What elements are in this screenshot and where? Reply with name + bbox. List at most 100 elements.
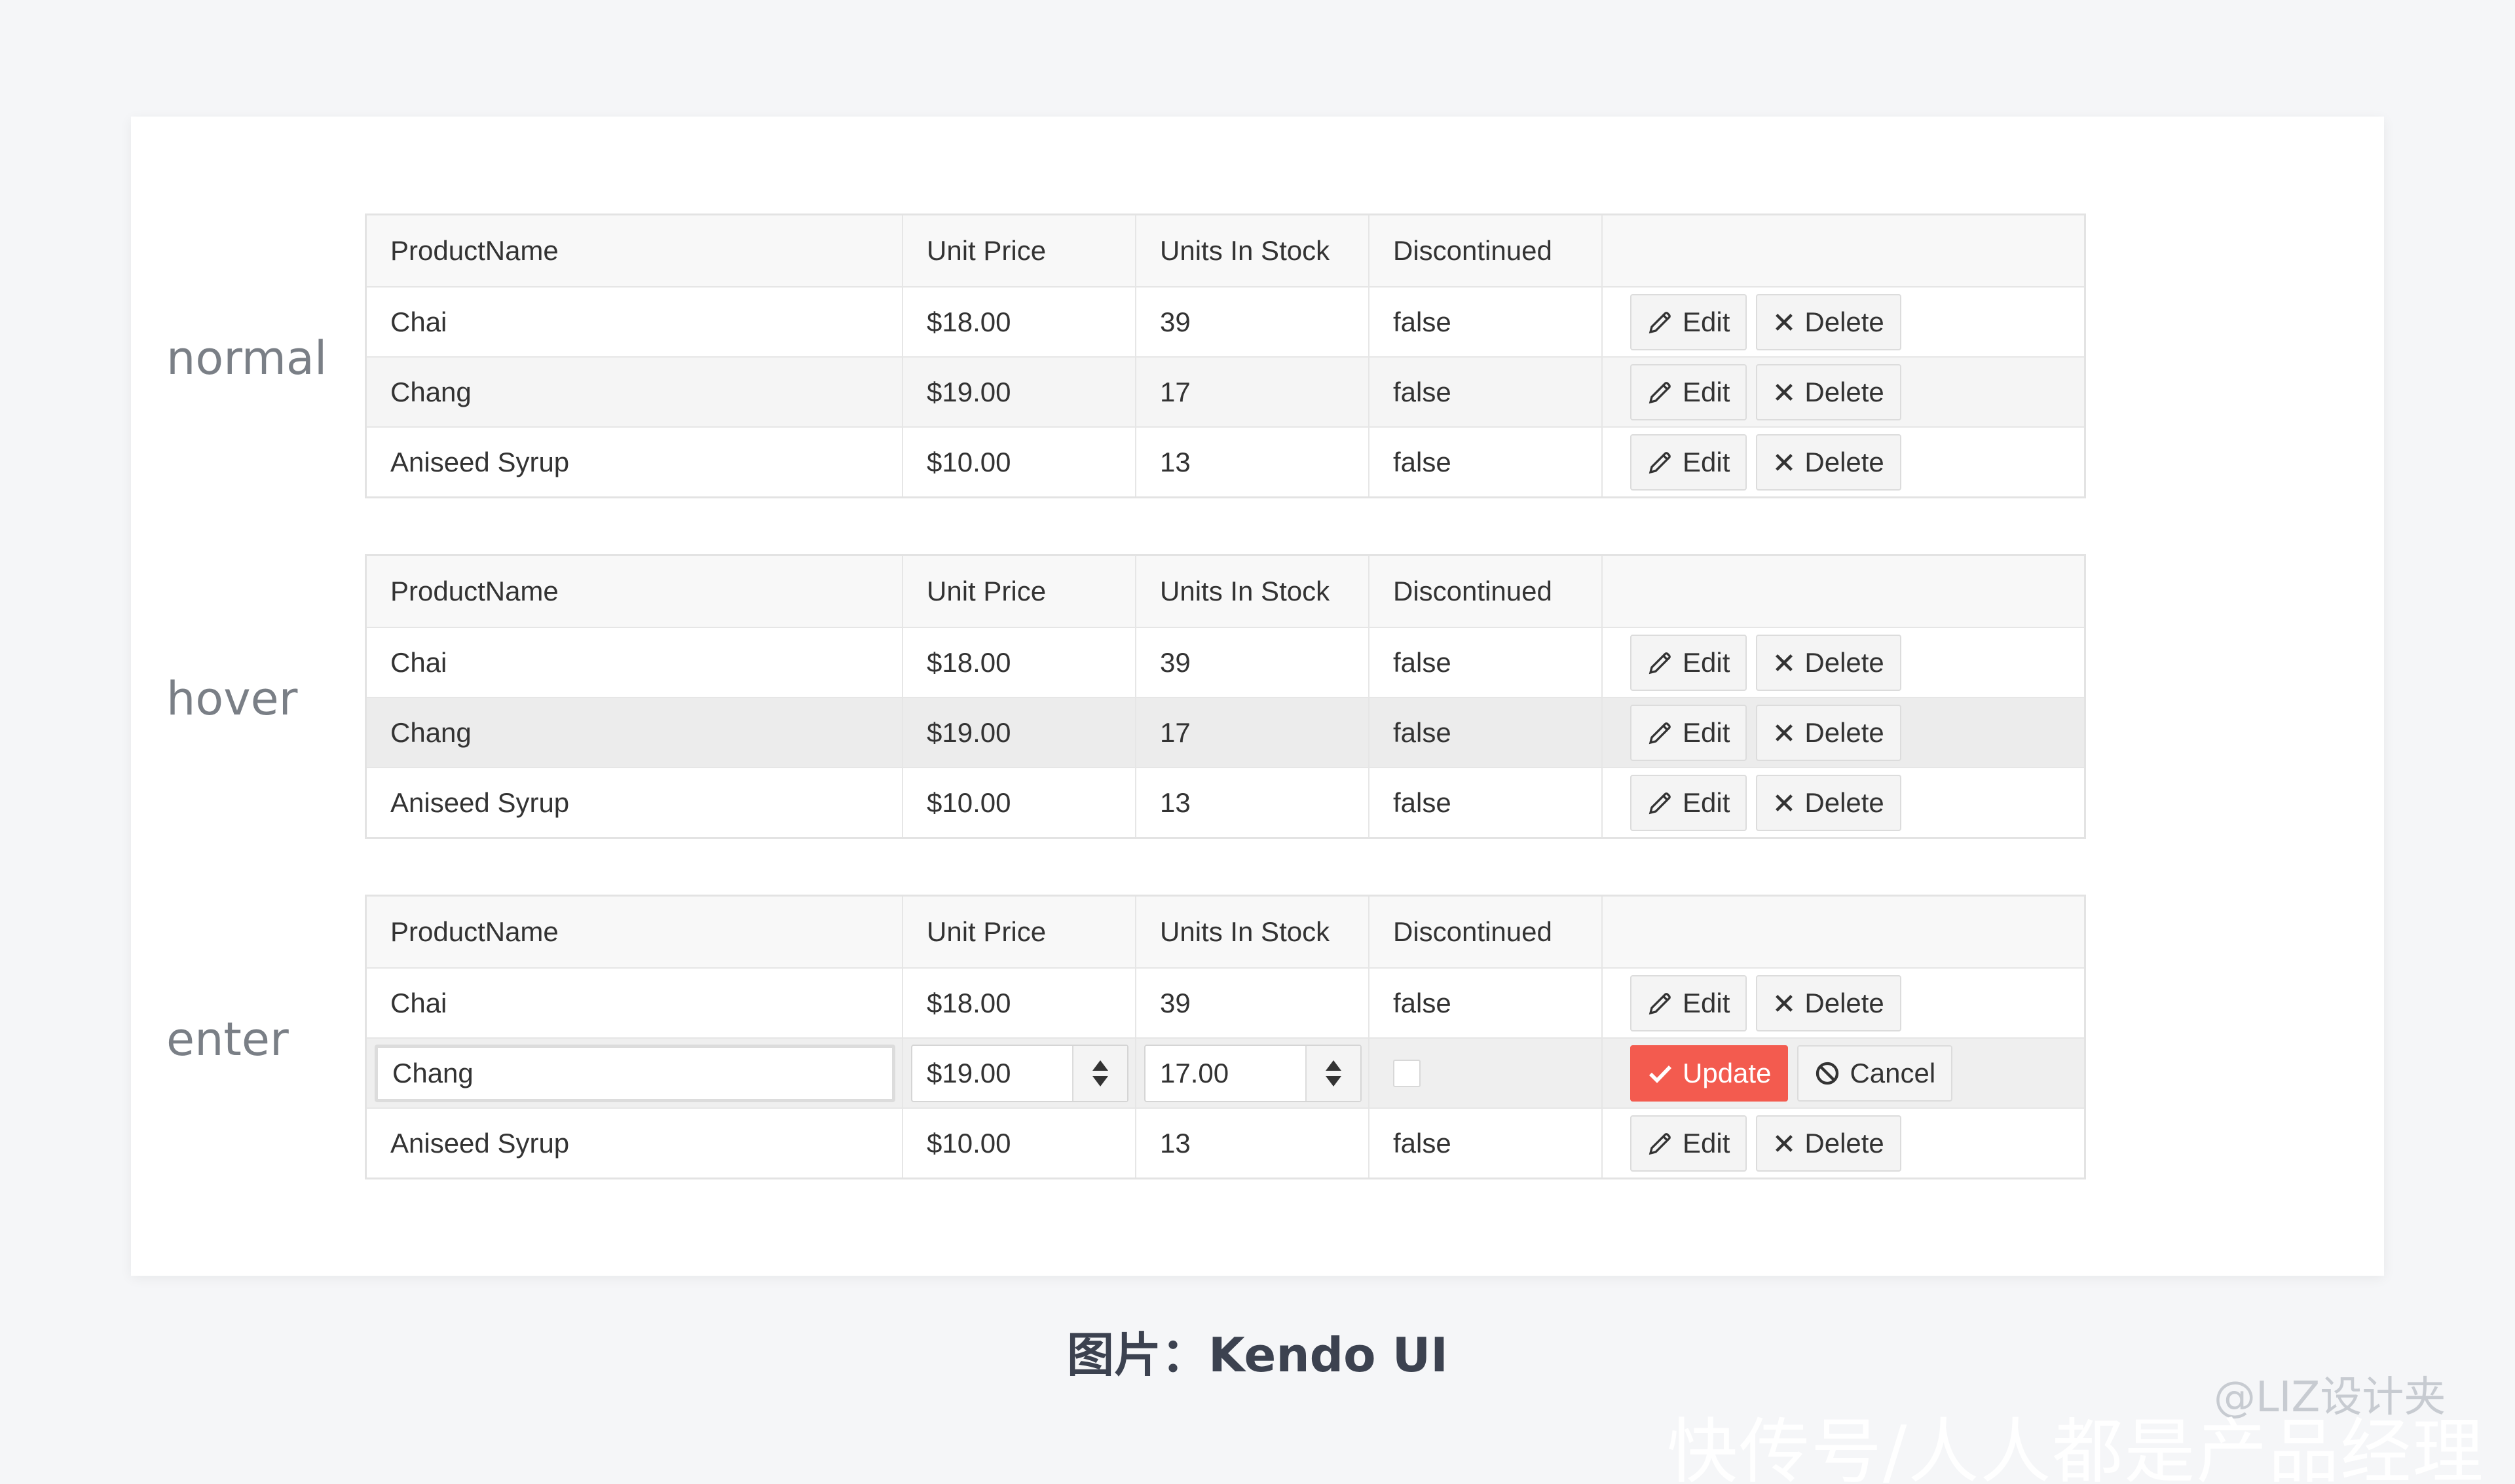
- x-icon: [1776, 1134, 1793, 1152]
- table-row[interactable]: Chai $18.00 39 false Edit Delete: [367, 286, 2084, 356]
- pencil-icon: [1649, 451, 1671, 473]
- edit-button[interactable]: Edit: [1630, 774, 1747, 831]
- header-discontinued[interactable]: Discontinued: [1369, 215, 1603, 286]
- edit-button[interactable]: Edit: [1630, 1115, 1747, 1172]
- edit-button[interactable]: Edit: [1630, 974, 1747, 1031]
- delete-button[interactable]: Delete: [1756, 634, 1901, 691]
- cancel-circle-icon: [1816, 1062, 1839, 1085]
- figure-caption: 图片：Kendo UI: [1067, 1327, 1448, 1382]
- header-unit-price[interactable]: Unit Price: [903, 556, 1136, 627]
- edit-button[interactable]: Edit: [1630, 704, 1747, 761]
- delete-button[interactable]: Delete: [1756, 434, 1901, 491]
- pencil-icon: [1649, 381, 1671, 403]
- edit-button-label: Edit: [1683, 446, 1730, 477]
- cell-productname: Chang: [367, 698, 903, 767]
- cell-discontinued-editor: [1369, 1039, 1603, 1107]
- delete-button[interactable]: Delete: [1756, 363, 1901, 420]
- grid-hover: ProductName Unit Price Units In Stock Di…: [365, 554, 2086, 839]
- x-icon: [1776, 453, 1793, 471]
- update-button[interactable]: Update: [1630, 1045, 1789, 1102]
- units-in-stock-numeric-input[interactable]: 17.00: [1144, 1045, 1362, 1102]
- edit-button-label: Edit: [1683, 1127, 1730, 1159]
- cell-units-in-stock: 13: [1136, 1109, 1369, 1178]
- delete-button-label: Delete: [1804, 716, 1884, 748]
- state-label-enter: enter: [166, 1012, 289, 1066]
- unit-price-value[interactable]: $19.00: [912, 1046, 1072, 1101]
- cell-commands: Edit Delete: [1603, 768, 2084, 837]
- cell-commands: Edit Delete: [1603, 358, 2084, 426]
- x-icon: [1776, 724, 1793, 741]
- cell-units-in-stock: 39: [1136, 288, 1369, 356]
- pencil-icon: [1649, 792, 1671, 814]
- delete-button[interactable]: Delete: [1756, 704, 1901, 761]
- table-row-editing[interactable]: Chang $19.00 17.00 Update Cancel: [367, 1037, 2084, 1107]
- cell-commands: Edit Delete: [1603, 969, 2084, 1037]
- discontinued-checkbox[interactable]: [1393, 1059, 1421, 1087]
- table-row[interactable]: Aniseed Syrup $10.00 13 false Edit Delet…: [367, 426, 2084, 496]
- header-productname[interactable]: ProductName: [367, 556, 903, 627]
- table-row-hovered[interactable]: Chang $19.00 17 false Edit Delete: [367, 697, 2084, 767]
- cell-commands: Edit Delete: [1603, 628, 2084, 697]
- spin-up-icon[interactable]: [1326, 1060, 1341, 1071]
- units-in-stock-value[interactable]: 17.00: [1146, 1046, 1305, 1101]
- pencil-icon: [1649, 311, 1671, 333]
- spin-down-icon[interactable]: [1092, 1076, 1108, 1086]
- edit-button[interactable]: Edit: [1630, 634, 1747, 691]
- cell-commands: Edit Delete: [1603, 288, 2084, 356]
- header-commands: [1603, 556, 2084, 627]
- unit-price-spinner[interactable]: [1072, 1046, 1127, 1101]
- cancel-button[interactable]: Cancel: [1797, 1045, 1953, 1102]
- edit-button-label: Edit: [1683, 376, 1730, 407]
- delete-button[interactable]: Delete: [1756, 1115, 1901, 1172]
- delete-button-label: Delete: [1804, 1127, 1884, 1159]
- header-productname[interactable]: ProductName: [367, 897, 903, 967]
- delete-button[interactable]: Delete: [1756, 293, 1901, 350]
- header-productname[interactable]: ProductName: [367, 215, 903, 286]
- productname-input[interactable]: Chang: [375, 1045, 895, 1102]
- edit-button-label: Edit: [1683, 787, 1730, 818]
- cell-productname: Chai: [367, 628, 903, 697]
- spin-up-icon[interactable]: [1092, 1060, 1108, 1071]
- cell-discontinued: false: [1369, 358, 1603, 426]
- delete-button[interactable]: Delete: [1756, 774, 1901, 831]
- cell-productname: Chai: [367, 288, 903, 356]
- table-row[interactable]: Aniseed Syrup $10.00 13 false Edit Delet…: [367, 767, 2084, 837]
- x-icon: [1776, 994, 1793, 1012]
- check-icon: [1649, 1065, 1672, 1083]
- table-row[interactable]: Aniseed Syrup $10.00 13 false Edit Delet…: [367, 1107, 2084, 1178]
- cell-discontinued: false: [1369, 1109, 1603, 1178]
- cell-productname: Aniseed Syrup: [367, 428, 903, 496]
- cell-unit-price: $18.00: [903, 969, 1136, 1037]
- unit-price-numeric-input[interactable]: $19.00: [911, 1045, 1128, 1102]
- edit-button[interactable]: Edit: [1630, 363, 1747, 420]
- state-label-hover: hover: [166, 672, 298, 726]
- header-discontinued[interactable]: Discontinued: [1369, 897, 1603, 967]
- cell-units-in-stock: 17: [1136, 698, 1369, 767]
- cell-commands: Edit Delete: [1603, 698, 2084, 767]
- table-row[interactable]: Chang $19.00 17 false Edit Delete: [367, 356, 2084, 426]
- x-icon: [1776, 794, 1793, 811]
- header-units-in-stock[interactable]: Units In Stock: [1136, 215, 1369, 286]
- header-unit-price[interactable]: Unit Price: [903, 215, 1136, 286]
- header-discontinued[interactable]: Discontinued: [1369, 556, 1603, 627]
- units-in-stock-spinner[interactable]: [1305, 1046, 1360, 1101]
- cancel-button-label: Cancel: [1850, 1057, 1936, 1088]
- table-row[interactable]: Chai $18.00 39 false Edit Delete: [367, 627, 2084, 697]
- delete-button[interactable]: Delete: [1756, 974, 1901, 1031]
- edit-button[interactable]: Edit: [1630, 434, 1747, 491]
- header-commands: [1603, 215, 2084, 286]
- cell-units-in-stock: 13: [1136, 768, 1369, 837]
- cell-units-in-stock: 39: [1136, 628, 1369, 697]
- edit-button[interactable]: Edit: [1630, 293, 1747, 350]
- table-row[interactable]: Chai $18.00 39 false Edit Delete: [367, 967, 2084, 1037]
- header-units-in-stock[interactable]: Units In Stock: [1136, 556, 1369, 627]
- cell-unit-price: $10.00: [903, 768, 1136, 837]
- spin-down-icon[interactable]: [1326, 1076, 1341, 1086]
- cell-discontinued: false: [1369, 428, 1603, 496]
- header-units-in-stock[interactable]: Units In Stock: [1136, 897, 1369, 967]
- delete-button-label: Delete: [1804, 306, 1884, 337]
- pencil-icon: [1649, 1132, 1671, 1155]
- pencil-icon: [1649, 992, 1671, 1014]
- cell-unit-price: $19.00: [903, 358, 1136, 426]
- header-unit-price[interactable]: Unit Price: [903, 897, 1136, 967]
